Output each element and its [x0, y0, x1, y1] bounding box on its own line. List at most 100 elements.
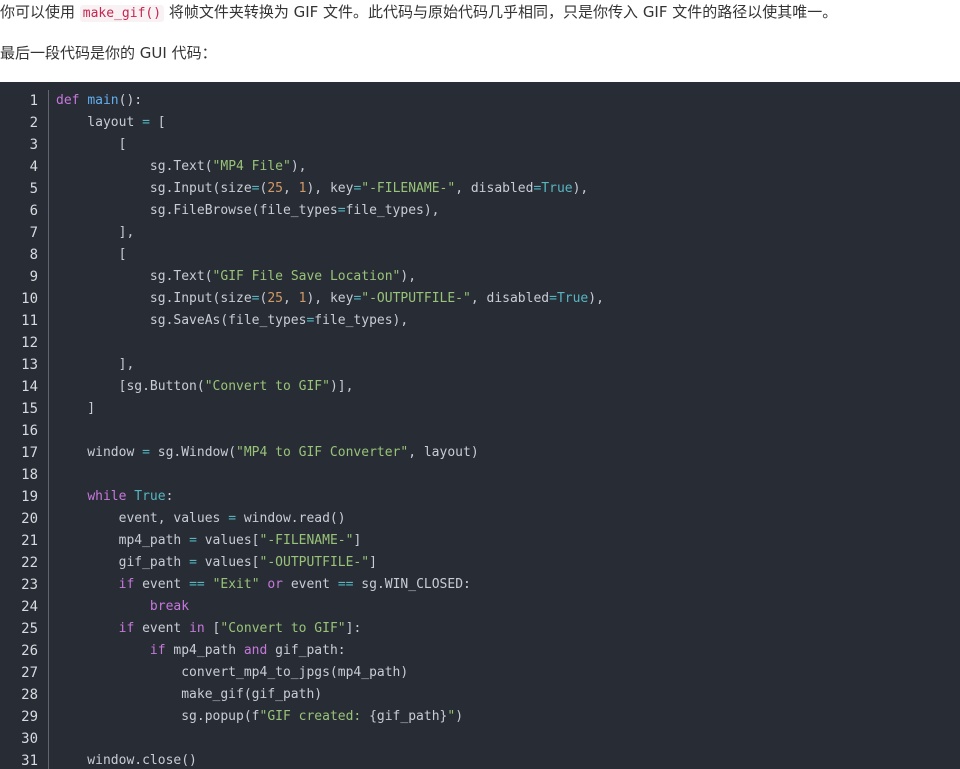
code-token: "GIF created:: [259, 709, 370, 724]
code-token: ],: [56, 357, 135, 372]
code-text: def main():: [49, 90, 142, 112]
code-line: 2 layout = [: [0, 112, 604, 134]
code-line: 21 mp4_path = values["-FILENAME-"]: [0, 530, 604, 552]
code-token: , disabled: [470, 291, 550, 306]
code-text: sg.FileBrowse(file_types=file_types),: [49, 200, 440, 222]
code-token: window.read(): [236, 511, 346, 526]
code-line: 1 def main():: [0, 90, 604, 112]
code-token: "-OUTPUTFILE-": [259, 555, 370, 570]
line-number: 22: [0, 552, 49, 574]
code-token: ==: [189, 577, 205, 592]
code-token: =: [337, 203, 346, 218]
code-line: 28 make_gif(gif_path): [0, 684, 604, 706]
code-token: sg.SaveAs(file_types: [56, 313, 307, 328]
code-line: 9 sg.Text("GIF File Save Location"),: [0, 266, 604, 288]
code-token: mp4_path: [56, 533, 190, 548]
code-line: 17 window = sg.Window("MP4 to GIF Conver…: [0, 442, 604, 464]
code-text: if mp4_path and gif_path:: [49, 640, 346, 662]
code-token: values[: [196, 533, 260, 548]
line-number: 27: [0, 662, 49, 684]
code-token: True: [134, 489, 166, 504]
code-token: 25: [267, 291, 283, 306]
code-token: sg.Text(: [56, 159, 213, 174]
code-text: sg.Input(size=(25, 1), key="-FILENAME-",…: [49, 178, 588, 200]
line-number: 12: [0, 332, 49, 354]
code-token: or: [267, 577, 284, 592]
code-token: , layout): [408, 445, 479, 460]
code-token: main: [87, 93, 119, 108]
code-token: =: [142, 445, 150, 460]
line-number: 29: [0, 706, 49, 728]
code-token: if: [149, 643, 166, 658]
code-token: "Exit": [212, 577, 260, 592]
code-token: [: [204, 621, 221, 636]
code-token: ]: [353, 533, 362, 548]
code-token: {gif_path}: [369, 709, 448, 724]
intro-paragraph: 你可以使用 make_gif() 将帧文件夹转换为 GIF 文件。此代码与原始代…: [0, 1, 837, 25]
code-token: [sg.Button(: [56, 379, 205, 394]
code-token: =: [189, 555, 197, 570]
code-token: values[: [196, 555, 260, 570]
line-number: 7: [0, 222, 49, 244]
code-text: event, values = window.read(): [49, 508, 346, 530]
code-token: ), key: [306, 181, 354, 196]
code-token: gif_path: [56, 555, 190, 570]
line-number: 19: [0, 486, 49, 508]
code-token: =: [142, 115, 150, 130]
line-number: 5: [0, 178, 49, 200]
code-line: 12: [0, 332, 604, 354]
code-token: ): [455, 709, 464, 724]
code-token: file_types),: [314, 313, 409, 328]
code-line: 24 break: [0, 596, 604, 618]
line-number: 4: [0, 156, 49, 178]
code-text: sg.Input(size=(25, 1), key="-OUTPUTFILE-…: [49, 288, 604, 310]
code-token: "-FILENAME-": [361, 181, 456, 196]
code-line: 25 if event in ["Convert to GIF"]:: [0, 618, 604, 640]
line-number: 3: [0, 134, 49, 156]
code-token: sg.WIN_CLOSED:: [353, 577, 471, 592]
code-token: =: [549, 291, 557, 306]
code-line: 19 while True:: [0, 486, 604, 508]
line-number: 25: [0, 618, 49, 640]
code-token: sg.Text(: [56, 269, 213, 284]
line-number: 28: [0, 684, 49, 706]
code-token: ]: [56, 401, 96, 416]
code-token: ==: [337, 577, 354, 592]
code-token: convert_mp4_to_jpgs(mp4_path): [56, 665, 409, 680]
line-number: 11: [0, 310, 49, 332]
code-text: sg.SaveAs(file_types=file_types),: [49, 310, 408, 332]
line-number: 14: [0, 376, 49, 398]
line-number: 8: [0, 244, 49, 266]
line-number: 1: [0, 90, 49, 112]
code-token: ),: [572, 181, 589, 196]
code-line: 27 convert_mp4_to_jpgs(mp4_path): [0, 662, 604, 684]
code-token: sg.popup(f: [56, 709, 260, 724]
code-text: while True:: [49, 486, 173, 508]
code-text: sg.Text("MP4 File"),: [49, 156, 307, 178]
code-block[interactable]: 1 def main(): 2 layout = [3 [4 sg.Text("MP…: [0, 82, 960, 769]
code-token: ": [447, 709, 456, 724]
code-token: ():: [118, 93, 143, 108]
code-text: layout = [: [49, 112, 165, 134]
code-token: , disabled: [455, 181, 534, 196]
code-token: in: [189, 621, 205, 636]
code-token: ),: [290, 159, 307, 174]
code-line: 30: [0, 728, 604, 750]
code-token: gif_path:: [267, 643, 346, 658]
line-number: 10: [0, 288, 49, 310]
line-number: 16: [0, 420, 49, 442]
code-token: if: [118, 621, 135, 636]
code-line: 23 if event == "Exit" or event == sg.WIN…: [0, 574, 604, 596]
code-token: ,: [282, 291, 299, 306]
code-text: if event == "Exit" or event == sg.WIN_CL…: [49, 574, 471, 596]
code-line: 13 ],: [0, 354, 604, 376]
inline-code-make-gif: make_gif(): [79, 5, 165, 22]
code-text: window.close(): [49, 750, 197, 769]
code-token: if: [118, 577, 135, 592]
code-text: [sg.Button("Convert to GIF")],: [49, 376, 354, 398]
code-text: ],: [49, 222, 135, 244]
